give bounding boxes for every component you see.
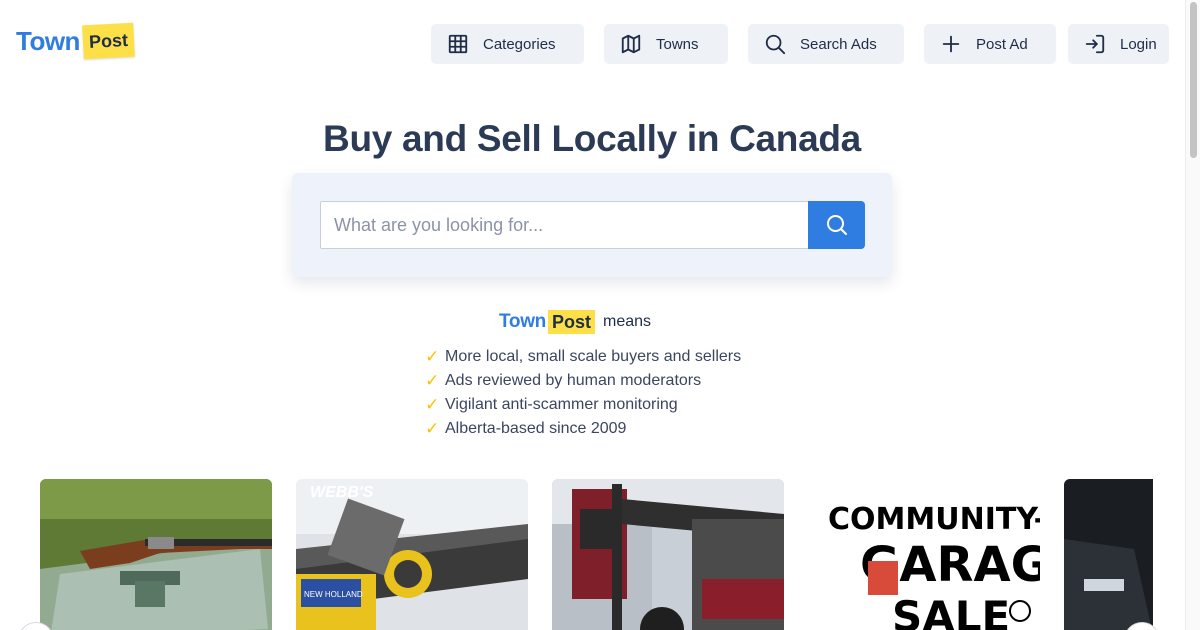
page-scrollbar[interactable] [1185,0,1200,630]
post-ad-label: Post Ad [976,35,1028,53]
listing-card-car[interactable] [1064,479,1153,630]
search-icon [765,34,786,55]
scrollbar-thumb[interactable] [1190,2,1197,158]
hero-title: Buy and Sell Locally in Canada [323,118,861,159]
checkmark-icon: ✓ [425,395,440,414]
checkmark-icon: ✓ [425,371,440,390]
towns-label: Towns [656,35,699,53]
benefit-item: ✓ More local, small scale buyers and sell… [425,345,741,369]
listing-photo: COMMUNITY-W GARAG SALE [808,479,1040,630]
listing-photo: NEW HOLLAND WEBB'S [296,479,528,630]
checkmark-icon: ✓ [425,347,440,366]
towns-button[interactable]: Towns [604,24,728,64]
benefit-item: ✓ Alberta-based since 2009 [425,417,741,441]
listing-card-shotgun[interactable] [40,479,272,630]
login-label: Login [1120,35,1157,53]
top-nav: Categories Towns Search Ads Post Ad Logi… [0,24,1200,64]
checkmark-icon: ✓ [425,419,440,438]
listing-card-garage-sale[interactable]: COMMUNITY-W GARAG SALE [808,479,1040,630]
grid-icon [448,34,468,54]
search-ads-label: Search Ads [800,35,877,53]
search-submit-button[interactable] [808,201,865,249]
search-ads-button[interactable]: Search Ads [748,24,904,64]
photo-decal-text: NEW HOLLAND [304,590,363,599]
listing-card-sprayer[interactable] [552,479,784,630]
search-panel [292,173,892,277]
listing-photo [1064,479,1153,630]
featured-listings-carousel: NEW HOLLAND WEBB'S COMMUNITY-W GARAG SAL… [40,479,1153,630]
login-icon [1085,34,1105,54]
map-icon [621,34,641,54]
benefit-text: More local, small scale buyers and selle… [445,348,742,365]
poster-line-1: COMMUNITY-W [828,502,1040,537]
plus-icon [942,35,960,53]
benefit-item: ✓ Vigilant anti-scammer monitoring [425,393,741,417]
listing-photo [40,479,272,630]
benefit-text: Alberta-based since 2009 [445,420,627,437]
listing-card-swather-header[interactable]: NEW HOLLAND WEBB'S [296,479,528,630]
login-button[interactable]: Login [1068,24,1169,64]
means-post-text: Post [548,310,596,334]
means-town-text: Town [499,311,546,332]
benefit-item: ✓ Ads reviewed by human moderators [425,369,741,393]
townpost-means-heading: Town Post means [499,310,651,334]
post-ad-button[interactable]: Post Ad [924,24,1056,64]
search-icon [826,215,847,235]
poster-line-3: SALE [892,592,1010,630]
benefit-text: Ads reviewed by human moderators [445,372,702,389]
benefit-text: Vigilant anti-scammer monitoring [445,396,678,413]
listing-photo [552,479,784,630]
photo-watermark-text: WEBB'S [310,484,374,501]
means-word: means [603,313,652,330]
benefits-list: ✓ More local, small scale buyers and sell… [425,345,741,441]
categories-button[interactable]: Categories [431,24,584,64]
search-input[interactable] [320,201,809,249]
categories-label: Categories [483,35,556,53]
